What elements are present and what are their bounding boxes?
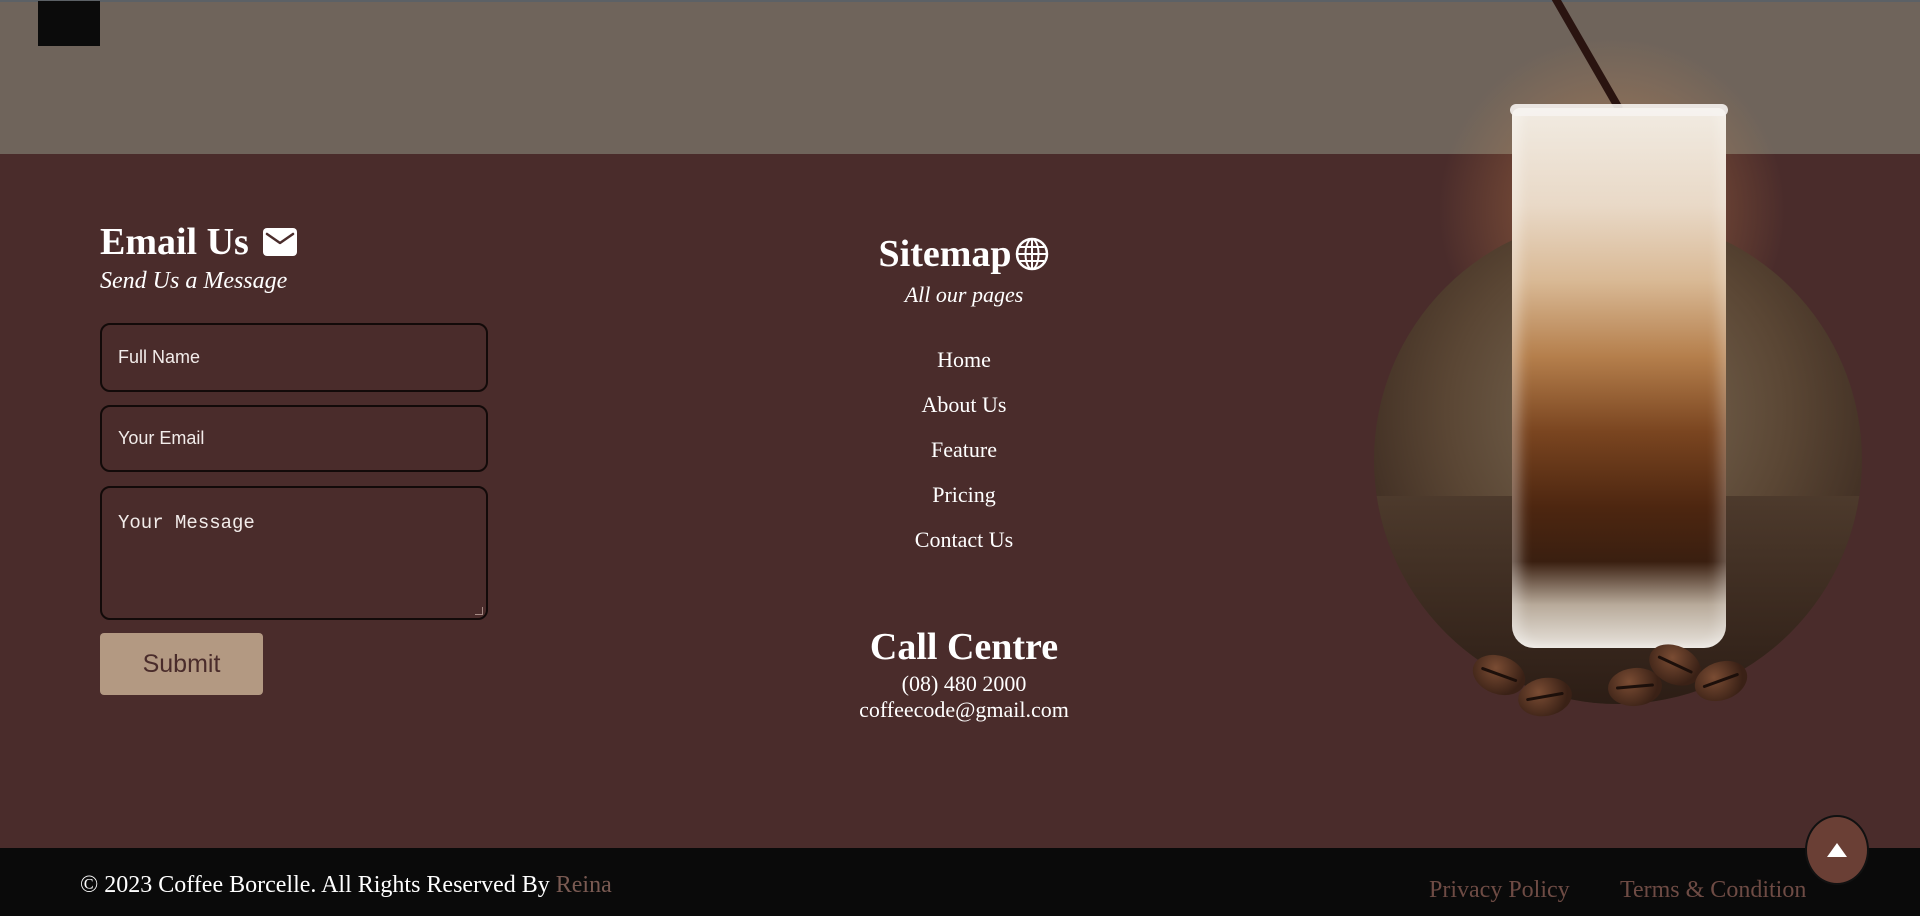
message-placeholder: Your Message [118,512,255,534]
coffee-image [1360,0,1920,760]
globe-icon [1015,237,1048,271]
author-link[interactable]: Reina [556,872,612,898]
sitemap-heading: Sitemap [784,226,1144,282]
copyright-text: © 2023 Coffee Borcelle. All Rights Reser… [80,872,612,899]
call-centre-title: Call Centre [869,626,1059,668]
email-heading: Email Us [100,220,500,264]
message-textarea[interactable]: Your Message [100,486,488,620]
scroll-top-button[interactable] [1805,815,1869,885]
privacy-policy-link[interactable]: Privacy Policy [1429,877,1570,904]
terms-link[interactable]: Terms & Condition [1620,877,1806,904]
top-left-block [38,1,100,46]
sitemap-link-pricing[interactable]: Pricing [784,478,1144,523]
submit-button[interactable]: Submit [100,633,263,695]
glass-rim [1510,104,1728,116]
call-centre-email: coffeecode@gmail.com [859,697,1069,722]
sitemap-title: Sitemap [878,233,1012,275]
sitemap-link-feature[interactable]: Feature [784,433,1144,478]
full-name-placeholder: Full Name [118,347,201,367]
resize-handle[interactable] [475,607,483,615]
call-centre-section: Call Centre (08) 480 2000 coffeecode@gma… [784,623,1144,723]
email-subtitle: Send Us a Message [100,268,288,294]
sitemap-link-about[interactable]: About Us [784,388,1144,433]
sitemap-subtitle: All our pages [904,282,1024,307]
sitemap-section: Sitemap All our pages [784,226,1144,308]
full-name-input[interactable]: Full Name [100,323,488,392]
sitemap-link-contact[interactable]: Contact Us [784,523,1144,568]
copyright-label: © 2023 Coffee Borcelle. All Rights Reser… [80,872,556,898]
sitemap-links: Home About Us Feature Pricing Contact Us [784,343,1144,568]
sitemap-link-home[interactable]: Home [784,343,1144,388]
call-centre-phone: (08) 480 2000 [901,671,1027,696]
envelope-icon [262,228,297,256]
arrow-up-icon [1827,843,1847,857]
email-input[interactable]: Your Email [100,405,488,472]
email-placeholder: Your Email [118,428,205,448]
email-title: Email Us [100,221,249,263]
iced-coffee-glass [1512,108,1726,648]
email-section: Email Us Send Us a Message [100,220,500,295]
